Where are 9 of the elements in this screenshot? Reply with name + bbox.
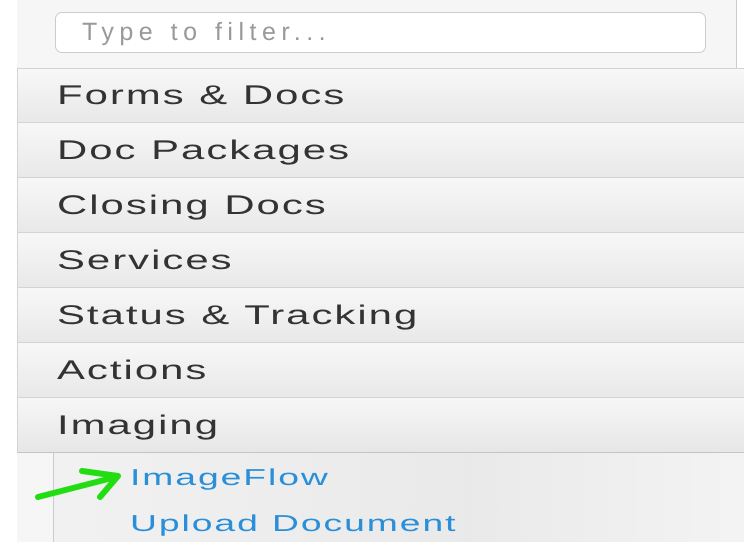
menu-section[interactable]: Closing Docs <box>17 178 744 233</box>
menu-section[interactable]: Forms & Docs <box>17 68 744 123</box>
arrow-icon <box>34 467 124 503</box>
menu-section[interactable]: Actions <box>17 343 744 398</box>
menu-section[interactable]: Imaging <box>17 398 744 453</box>
menu-section[interactable]: Doc Packages <box>17 123 744 178</box>
menu-section[interactable]: Status & Tracking <box>17 288 744 343</box>
menu-section[interactable]: Services <box>17 233 744 288</box>
filter-field[interactable]: Type to filter... <box>55 12 706 53</box>
